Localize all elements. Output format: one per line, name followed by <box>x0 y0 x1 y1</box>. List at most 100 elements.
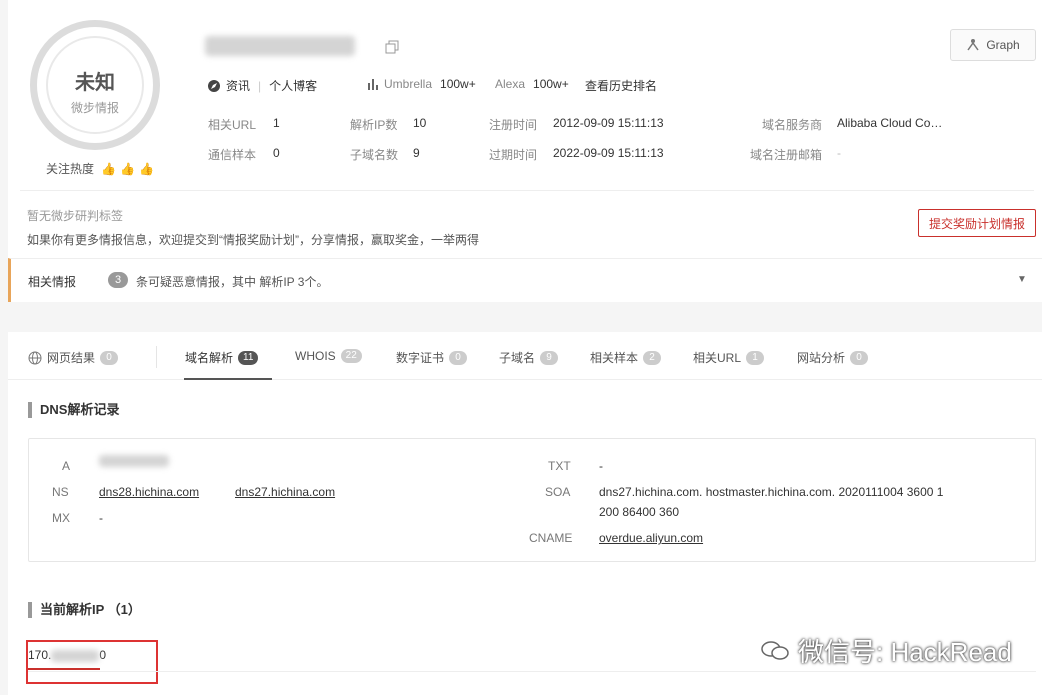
registrar-label: 域名服务商 <box>762 118 823 132</box>
dns-a-value-redacted[interactable] <box>99 455 169 470</box>
resolved-ip-label: 解析IP数 <box>350 118 398 132</box>
samples-value[interactable]: 0 <box>273 146 280 160</box>
dns-ns-label: NS <box>52 485 69 499</box>
watermark-text: 微信号: HackRead <box>798 637 1012 667</box>
wechat-watermark: 微信号: HackRead <box>760 632 1012 669</box>
copy-icon[interactable] <box>385 40 399 54</box>
category-label: 资讯 <box>226 79 251 93</box>
dns-mx-label: MX <box>52 511 70 525</box>
history-rank-link[interactable]: 查看历史排名 <box>585 77 657 94</box>
dns-soa-value-line2: 200 86400 360 <box>599 505 680 519</box>
wechat-icon <box>761 640 789 660</box>
umbrella-label: Umbrella <box>384 77 433 91</box>
meta-divider: | <box>258 78 262 93</box>
tab-count: 22 <box>340 349 362 363</box>
active-tab-indicator <box>184 378 272 380</box>
threat-score-inner: 未知 微步情报 <box>46 36 144 134</box>
resolved-ip-value[interactable]: 10 <box>413 116 426 130</box>
related-intel-bar[interactable]: 相关情报 3 条可疑恶意情报，其中 解析IP 3个。 ▼ <box>8 258 1042 302</box>
domain-name-redacted <box>205 30 365 60</box>
attention-heat-label: 关注热度 <box>46 162 95 176</box>
tab-bar: 网页结果 0 域名解析 11 WHOIS 22 数字证书 0 子域名 9 相关样… <box>8 332 1042 380</box>
threat-score-ring: 未知 微步情报 <box>30 20 160 150</box>
history-rank-label[interactable]: 查看历史排名 <box>585 77 657 94</box>
tab-label: 域名解析 <box>185 351 234 365</box>
umbrella-value: 100w+ <box>440 77 476 91</box>
dns-a-label: A <box>62 459 71 473</box>
dns-cname-value[interactable]: overdue.aliyun.com <box>599 531 703 545</box>
related-intel-title: 相关情报 <box>28 275 77 289</box>
exp-time-value: 2022-09-09 15:11:13 <box>553 146 664 160</box>
tab-subdomains[interactable]: 子域名 9 <box>499 349 559 366</box>
related-intel-count: 3 <box>108 272 128 288</box>
dns-txt-value: - <box>599 459 603 473</box>
tab-label: 网页结果 <box>47 351 96 365</box>
no-tags-note: 暂无微步研判标签 <box>27 209 124 223</box>
attention-heat: 关注热度 👍👍👍 <box>46 160 158 177</box>
alexa-value: 100w+ <box>533 77 569 91</box>
cname-link[interactable]: overdue.aliyun.com <box>599 531 703 545</box>
registrant-email-value: - <box>837 146 841 160</box>
registrar-value: Alibaba Cloud Co… <box>837 116 943 130</box>
graph-icon <box>967 39 979 51</box>
tab-label: 相关样本 <box>590 351 639 365</box>
tab-site-analysis[interactable]: 网站分析 0 <box>797 349 869 366</box>
exp-time-label: 过期时间 <box>489 148 538 162</box>
dns-mx-value: - <box>99 511 103 525</box>
threat-score-value: 未知 <box>75 72 115 94</box>
related-url-value[interactable]: 1 <box>273 116 280 130</box>
tab-label: 子域名 <box>499 351 536 365</box>
related-intel-desc: 条可疑恶意情报，其中 解析IP 3个。 <box>136 275 329 289</box>
tab-count: 11 <box>238 350 259 365</box>
dns-txt-label: TXT <box>548 459 571 473</box>
dns-cname-label: CNAME <box>529 531 573 545</box>
submit-intel-button[interactable]: 提交奖励计划情报 <box>918 209 1036 237</box>
thumbs-up-icon: 👍👍👍 <box>101 162 159 176</box>
dns-section-title: DNS解析记录 <box>28 402 119 418</box>
tab-web-results[interactable]: 网页结果 0 <box>28 349 119 366</box>
redacted-block <box>205 36 355 56</box>
ns-link[interactable]: dns27.hichina.com <box>235 485 335 499</box>
reg-time-value: 2012-09-09 15:11:13 <box>553 116 664 130</box>
tab-label: 网站分析 <box>797 351 846 365</box>
dns-ns-value-1[interactable]: dns28.hichina.com <box>99 485 199 499</box>
registrant-email-label: 域名注册邮箱 <box>750 148 823 162</box>
chevron-down-icon[interactable]: ▼ <box>1017 274 1027 285</box>
tab-count: 9 <box>540 350 559 365</box>
ns-link[interactable]: dns28.hichina.com <box>99 485 199 499</box>
category-info: 资讯 | 个人博客 <box>207 77 317 94</box>
tab-count: 0 <box>850 350 869 365</box>
tab-count: 0 <box>449 350 468 365</box>
bar-chart-icon <box>368 79 378 90</box>
reg-time-label: 注册时间 <box>489 118 538 132</box>
tab-dns-resolution[interactable]: 域名解析 11 <box>185 349 259 366</box>
graph-button[interactable]: Graph <box>950 29 1036 61</box>
subdomain-count-label: 子域名数 <box>350 148 399 162</box>
tab-related-urls[interactable]: 相关URL 1 <box>693 349 765 366</box>
reward-plan-description: 如果你有更多情报信息，欢迎提交到“情报奖励计划”，分享情报，赢取奖金，一举两得 <box>27 233 479 247</box>
tab-count: 0 <box>100 350 119 365</box>
current-ip-section-title: 当前解析IP （1） <box>28 602 141 618</box>
highlight-box <box>26 640 158 684</box>
dns-soa-value-line1: dns27.hichina.com. hostmaster.hichina.co… <box>599 485 944 499</box>
category-value: 个人博客 <box>269 79 318 93</box>
tab-label: 相关URL <box>693 351 742 365</box>
threat-score-source: 微步情报 <box>70 101 119 115</box>
alexa-label: Alexa <box>495 77 526 91</box>
dns-ns-value-2[interactable]: dns27.hichina.com <box>235 485 335 499</box>
samples-label: 通信样本 <box>208 148 257 162</box>
tab-count: 1 <box>746 350 765 365</box>
divider <box>20 190 1034 191</box>
info-icon <box>208 79 220 92</box>
related-url-label: 相关URL <box>208 118 257 132</box>
umbrella-rank: Umbrella 100w+ <box>367 77 476 91</box>
tab-certificates[interactable]: 数字证书 0 <box>396 349 468 366</box>
tab-label: 数字证书 <box>396 351 445 365</box>
graph-button-label: Graph <box>986 38 1020 52</box>
tab-whois[interactable]: WHOIS 22 <box>295 349 362 363</box>
subdomain-count-value[interactable]: 9 <box>413 146 420 160</box>
tab-count: 2 <box>643 350 662 365</box>
dns-soa-label: SOA <box>545 485 571 499</box>
dns-records-box: A NS dns28.hichina.com dns27.hichina.com… <box>28 438 1036 562</box>
tab-related-samples[interactable]: 相关样本 2 <box>590 349 662 366</box>
